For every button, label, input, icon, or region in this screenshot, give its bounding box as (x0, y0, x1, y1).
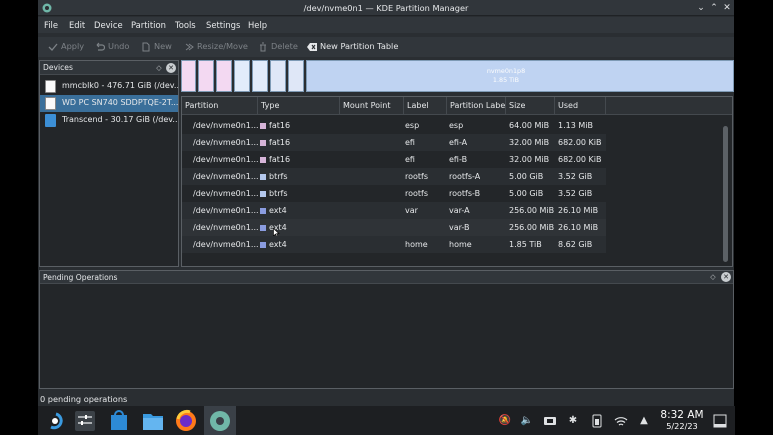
partition-map-label: nvme0n1p8 1.85 TiB (486, 67, 526, 84)
main-window: /dev/nvme0n1 — KDE Partition Manager ⌄ ⌃… (38, 0, 734, 408)
window-title: /dev/nvme0n1 — KDE Partition Manager (303, 3, 469, 13)
pending-operations-header: Pending Operations ◇ ✕ (40, 271, 733, 284)
menu-file[interactable]: File (44, 20, 58, 30)
undo-icon (96, 42, 105, 51)
type-color-swatch (260, 225, 266, 231)
col-partition[interactable]: Partition (182, 97, 258, 115)
pending-operations-panel: Pending Operations ◇ ✕ (39, 270, 734, 389)
col-type[interactable]: Type (258, 97, 340, 115)
devices-panel: Devices ◇ ✕ mmcblk0 - 476.71 GiB (/dev..… (39, 60, 179, 267)
new-button[interactable]: New (141, 41, 173, 53)
file-manager-icon[interactable] (141, 409, 165, 433)
maximize-button[interactable]: ⌃ (708, 2, 720, 14)
resize-icon (185, 43, 194, 51)
close-button[interactable]: ✕ (721, 2, 733, 14)
col-partition-label[interactable]: Partition Labe (447, 97, 506, 115)
minimize-button[interactable]: ⌄ (695, 2, 707, 14)
table-scrollbar[interactable] (722, 116, 730, 266)
col-size[interactable]: Size (506, 97, 555, 115)
partition-block-rootfs-a[interactable] (234, 60, 250, 92)
battery-icon[interactable] (590, 414, 604, 428)
menu-help[interactable]: Help (248, 20, 267, 30)
pending-operations-title: Pending Operations (43, 273, 118, 282)
partition-block-rootfs-b[interactable] (252, 60, 268, 92)
float-panel-icon[interactable]: ◇ (708, 272, 718, 282)
title-bar: /dev/nvme0n1 — KDE Partition Manager ⌄ ⌃… (38, 0, 734, 16)
trash-icon (260, 42, 266, 52)
table-row[interactable]: /dev/nvme0n1... fat16 efi efi-B 32.00 Mi… (182, 151, 606, 168)
settings-panel-icon[interactable] (73, 409, 97, 433)
table-row[interactable]: /dev/nvme0n1... ext4 var-B 256.00 MiB 26… (182, 219, 606, 238)
notifications-muted-icon[interactable]: 🔕 (498, 414, 512, 428)
partition-map: nvme0n1p8 1.85 TiB (181, 60, 734, 92)
close-panel-icon[interactable]: ✕ (166, 63, 176, 73)
table-row[interactable]: /dev/nvme0n1... ext4 home home 1.85 TiB … (182, 236, 606, 253)
close-panel-icon[interactable]: ✕ (721, 272, 731, 282)
type-color-swatch (260, 174, 266, 180)
table-row[interactable]: /dev/nvme0n1... btrfs rootfs rootfs-B 5.… (182, 185, 606, 202)
table-row[interactable]: /dev/nvme0n1... ext4 var var-A 256.00 Mi… (182, 202, 606, 219)
table-header: Partition Type Mount Point Label Partiti… (182, 97, 732, 115)
checkmark-icon (48, 43, 58, 51)
status-bar-text: 0 pending operations (40, 394, 128, 404)
ssd-icon (45, 97, 56, 110)
partition-manager-task-icon[interactable] (208, 409, 232, 433)
apply-button[interactable]: Apply (48, 41, 86, 53)
sd-card-icon (45, 80, 56, 93)
menu-tools[interactable]: Tools (175, 20, 196, 30)
type-color-swatch (260, 242, 266, 248)
steamos-menu-icon[interactable] (43, 409, 67, 433)
float-panel-icon[interactable]: ◇ (154, 63, 164, 73)
discover-store-icon[interactable] (107, 409, 131, 433)
devices-panel-header: Devices ◇ ✕ (40, 61, 178, 75)
menu-device[interactable]: Device (94, 20, 123, 30)
clock[interactable]: 8:32 AM 5/22/23 (655, 409, 709, 432)
partition-block-var-a[interactable] (270, 60, 286, 92)
col-mount-point[interactable]: Mount Point (340, 97, 404, 115)
table-row[interactable]: /dev/nvme0n1... fat16 esp esp 64.00 MiB … (182, 117, 606, 134)
taskbar: 🔕 🔈 ✱ ▲ 8:32 AM 5/22/23 (38, 406, 735, 435)
toolbar: Apply Undo New Resize/Move Delete New Pa… (38, 37, 734, 57)
device-item-mmcblk0[interactable]: mmcblk0 - 476.71 GiB (/dev... (40, 78, 178, 95)
type-color-swatch (260, 157, 266, 163)
partition-block-efi-a[interactable] (198, 60, 214, 92)
menu-settings[interactable]: Settings (206, 20, 240, 30)
type-color-swatch (260, 123, 266, 129)
menu-bar: File Edit Device Partition Tools Setting… (38, 17, 734, 33)
wifi-icon[interactable] (614, 414, 628, 428)
volume-icon[interactable]: 🔈 (520, 414, 534, 428)
type-color-swatch (260, 208, 266, 214)
firefox-icon[interactable] (174, 409, 198, 433)
clear-table-icon (307, 43, 317, 51)
partition-table: Partition Type Mount Point Label Partiti… (181, 96, 733, 267)
table-row[interactable]: /dev/nvme0n1... btrfs rootfs rootfs-A 5.… (182, 168, 606, 185)
new-document-icon (142, 42, 150, 52)
bluetooth-icon[interactable]: ✱ (566, 414, 580, 428)
col-label[interactable]: Label (404, 97, 447, 115)
kde-connect-icon[interactable] (543, 414, 557, 428)
new-partition-table-button[interactable]: New Partition Table (307, 41, 398, 53)
devices-panel-title: Devices (43, 63, 73, 72)
partition-block-efi-b[interactable] (216, 60, 232, 92)
type-color-swatch (260, 140, 266, 146)
scrollbar-thumb[interactable] (723, 126, 728, 262)
col-used[interactable]: Used (555, 97, 606, 115)
device-item-nvme[interactable]: WD PC SN740 SDDPTQE-2T... (40, 95, 178, 112)
table-row[interactable]: /dev/nvme0n1... fat16 efi efi-A 32.00 Mi… (182, 134, 606, 151)
usb-drive-icon (45, 114, 56, 127)
type-color-swatch (260, 191, 266, 197)
undo-button[interactable]: Undo (95, 41, 131, 53)
menu-edit[interactable]: Edit (69, 20, 85, 30)
tray-expand-icon[interactable]: ▲ (637, 414, 651, 428)
delete-button[interactable]: Delete (258, 41, 298, 53)
device-item-transcend[interactable]: Transcend - 30.17 GiB (/dev... (40, 112, 178, 129)
partition-block-esp[interactable] (181, 60, 196, 92)
show-desktop-icon[interactable] (713, 414, 727, 428)
resize-move-button[interactable]: Resize/Move (184, 41, 248, 53)
menu-partition[interactable]: Partition (131, 20, 166, 30)
partition-block-var-b[interactable] (288, 60, 304, 92)
